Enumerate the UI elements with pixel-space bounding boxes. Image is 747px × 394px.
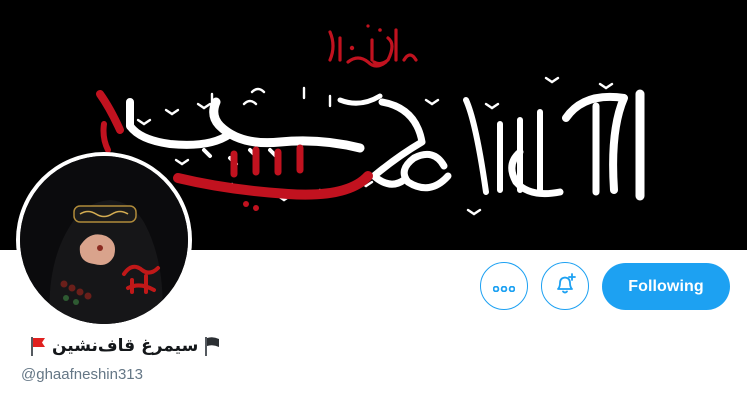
following-button[interactable]: Following (602, 263, 730, 310)
black-flag-icon (202, 335, 222, 357)
following-label: Following (628, 277, 704, 295)
bell-plus-icon (553, 272, 577, 300)
profile-handle: @ghaafneshin313 (21, 366, 143, 383)
avatar[interactable] (20, 156, 188, 324)
more-dots-icon (492, 277, 516, 296)
red-flag-icon (28, 335, 48, 357)
display-name: سیمرغ قاف‌نشین (52, 336, 199, 356)
notifications-button[interactable] (541, 262, 589, 310)
avatar-image (20, 156, 188, 324)
display-name-row: سیمرغ قاف‌نشین (28, 332, 222, 360)
more-button[interactable] (480, 262, 528, 310)
